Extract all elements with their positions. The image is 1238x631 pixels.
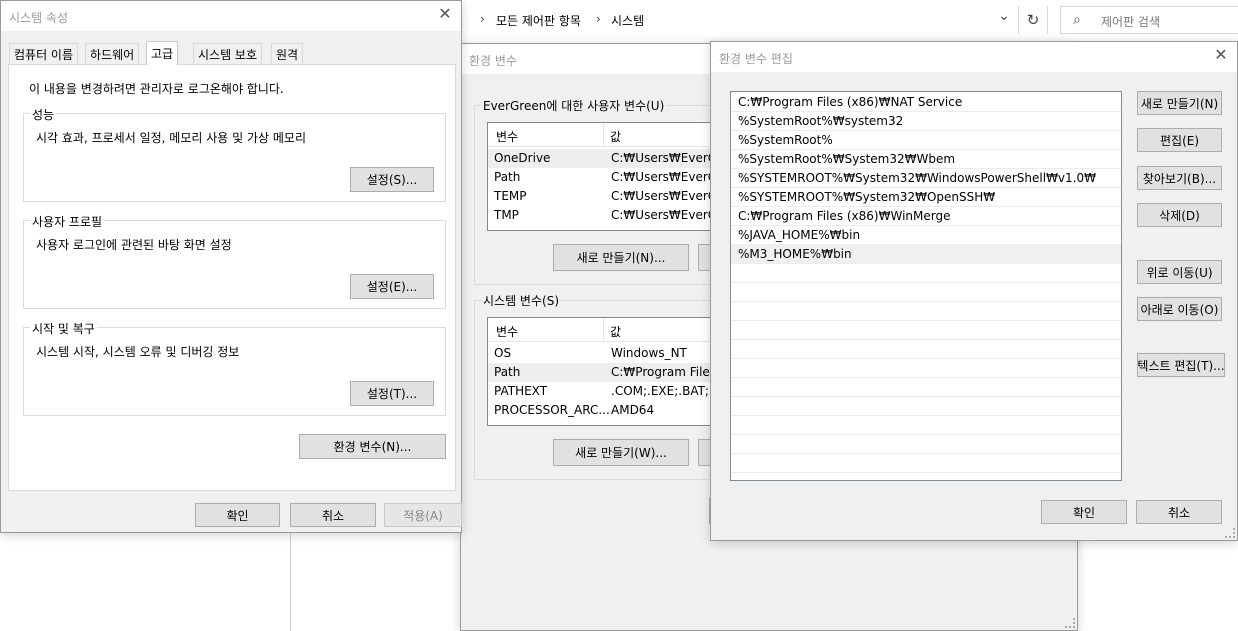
browse-button[interactable]: 찾아보기(B)...	[1137, 166, 1222, 190]
close-icon[interactable]: ✕	[437, 6, 453, 22]
empty-row[interactable]	[731, 378, 1121, 397]
list-item[interactable]: %JAVA_HOME%₩bin	[731, 226, 1121, 245]
tab-computer-name[interactable]: 컴퓨터 이름	[9, 43, 79, 64]
col-value[interactable]: 값	[610, 128, 621, 145]
user-profile-label: 사용자 프로필	[30, 213, 105, 230]
move-up-button[interactable]: 위로 이동(U)	[1137, 260, 1222, 284]
environment-variables-button[interactable]: 환경 변수(N)...	[299, 434, 446, 459]
edit-env-var-titlebar: 환경 변수 편집 ✕	[711, 42, 1237, 72]
empty-row[interactable]	[731, 321, 1121, 340]
search-box[interactable]: ⌕ 제어판 검색	[1060, 6, 1238, 34]
list-item[interactable]: %SystemRoot%₩system32	[731, 112, 1121, 131]
tab-advanced[interactable]: 고급	[146, 41, 179, 65]
col-value[interactable]: 값	[610, 323, 621, 340]
edit-env-var-dialog: 환경 변수 편집 ✕ C:₩Program Files (x86)₩NAT Se…	[710, 41, 1238, 541]
performance-settings-button[interactable]: 설정(S)...	[350, 167, 434, 192]
empty-row[interactable]	[731, 302, 1121, 321]
empty-row[interactable]	[731, 435, 1121, 454]
address-bar[interactable]: › 모든 제어판 항목 › 시스템	[476, 6, 1046, 34]
text-edit-button[interactable]: 텍스트 편집(T)...	[1137, 353, 1225, 377]
address-dropdown-icon[interactable]: ⌄	[996, 8, 1012, 30]
list-item[interactable]: %SystemRoot%₩System32₩Wbem	[731, 150, 1121, 169]
col-variable[interactable]: 변수	[496, 323, 518, 340]
performance-desc: 시각 효과, 프로세서 일정, 메모리 사용 및 가상 메모리	[36, 131, 306, 145]
list-item[interactable]: %SYSTEMROOT%₩System32₩WindowsPowerShell₩…	[731, 169, 1121, 188]
empty-row[interactable]	[731, 454, 1121, 473]
breadcrumb-separator: ›	[596, 12, 601, 26]
edit-path-button[interactable]: 편집(E)	[1137, 128, 1222, 152]
resize-grip-icon[interactable]	[1065, 618, 1075, 628]
startup-recovery-desc: 시스템 시작, 시스템 오류 및 디버깅 정보	[36, 345, 240, 359]
delete-button[interactable]: 삭제(D)	[1137, 203, 1222, 227]
breadcrumb-control-panel[interactable]: 모든 제어판 항목	[496, 12, 581, 29]
breadcrumb-separator: ›	[480, 12, 485, 26]
cancel-button[interactable]: 취소	[1136, 500, 1222, 524]
move-down-button[interactable]: 아래로 이동(O)	[1137, 297, 1222, 321]
search-input[interactable]: 제어판 검색	[1101, 13, 1160, 30]
env-vars-title: 환경 변수	[469, 54, 517, 68]
empty-row[interactable]	[731, 359, 1121, 378]
user-profile-desc: 사용자 로그인에 관련된 바탕 화면 설정	[36, 238, 232, 252]
close-icon[interactable]: ✕	[1213, 47, 1229, 63]
empty-row[interactable]	[731, 283, 1121, 302]
system-properties-titlebar: 시스템 속성 ✕	[1, 1, 461, 31]
empty-row[interactable]	[731, 340, 1121, 359]
col-variable[interactable]: 변수	[496, 128, 518, 145]
new-path-button[interactable]: 새로 만들기(N)	[1137, 91, 1222, 115]
refresh-icon[interactable]: ↻	[1018, 6, 1048, 34]
startup-recovery-label: 시작 및 복구	[30, 320, 97, 337]
search-icon: ⌕	[1073, 12, 1081, 28]
system-vars-label: 시스템 변수(S)	[481, 292, 561, 309]
tab-remote[interactable]: 원격	[271, 43, 304, 64]
breadcrumb-system[interactable]: 시스템	[611, 12, 644, 29]
empty-row[interactable]	[731, 264, 1121, 283]
list-item[interactable]: %SYSTEMROOT%₩System32₩OpenSSH₩	[731, 188, 1121, 207]
list-item[interactable]: %M3_HOME%₩bin	[731, 245, 1121, 264]
admin-note: 이 내용을 변경하려면 관리자로 로그온해야 합니다.	[29, 82, 284, 96]
performance-label: 성능	[30, 106, 57, 123]
system-properties-dialog: 시스템 속성 ✕ 컴퓨터 이름 하드웨어 고급 시스템 보호 원격 이 내용을 …	[0, 0, 462, 533]
user-profile-settings-button[interactable]: 설정(E)...	[350, 274, 434, 299]
apply-button[interactable]: 적용(A)	[384, 503, 462, 527]
cancel-button[interactable]: 취소	[290, 503, 376, 527]
list-item[interactable]: C:₩Program Files (x86)₩NAT Service	[731, 93, 1121, 112]
user-vars-label: EverGreen에 대한 사용자 변수(U)	[481, 97, 667, 114]
list-item[interactable]: C:₩Program Files (x86)₩WinMerge	[731, 207, 1121, 226]
user-new-button[interactable]: 새로 만들기(N)...	[553, 244, 689, 271]
list-item[interactable]: %SystemRoot%	[731, 131, 1121, 150]
tab-system-protection[interactable]: 시스템 보호	[193, 43, 263, 64]
edit-env-var-title: 환경 변수 편집	[719, 52, 793, 66]
tab-hardware[interactable]: 하드웨어	[85, 43, 140, 64]
resize-grip-icon[interactable]	[1225, 528, 1235, 538]
ok-button[interactable]: 확인	[195, 503, 280, 527]
system-new-button[interactable]: 새로 만들기(W)...	[553, 439, 689, 466]
ok-button[interactable]: 확인	[1041, 500, 1127, 524]
empty-row[interactable]	[731, 416, 1121, 435]
path-list[interactable]: C:₩Program Files (x86)₩NAT Service %Syst…	[730, 91, 1122, 481]
startup-recovery-settings-button[interactable]: 설정(T)...	[350, 381, 434, 406]
system-properties-title: 시스템 속성	[9, 11, 69, 25]
empty-row[interactable]	[731, 397, 1121, 416]
